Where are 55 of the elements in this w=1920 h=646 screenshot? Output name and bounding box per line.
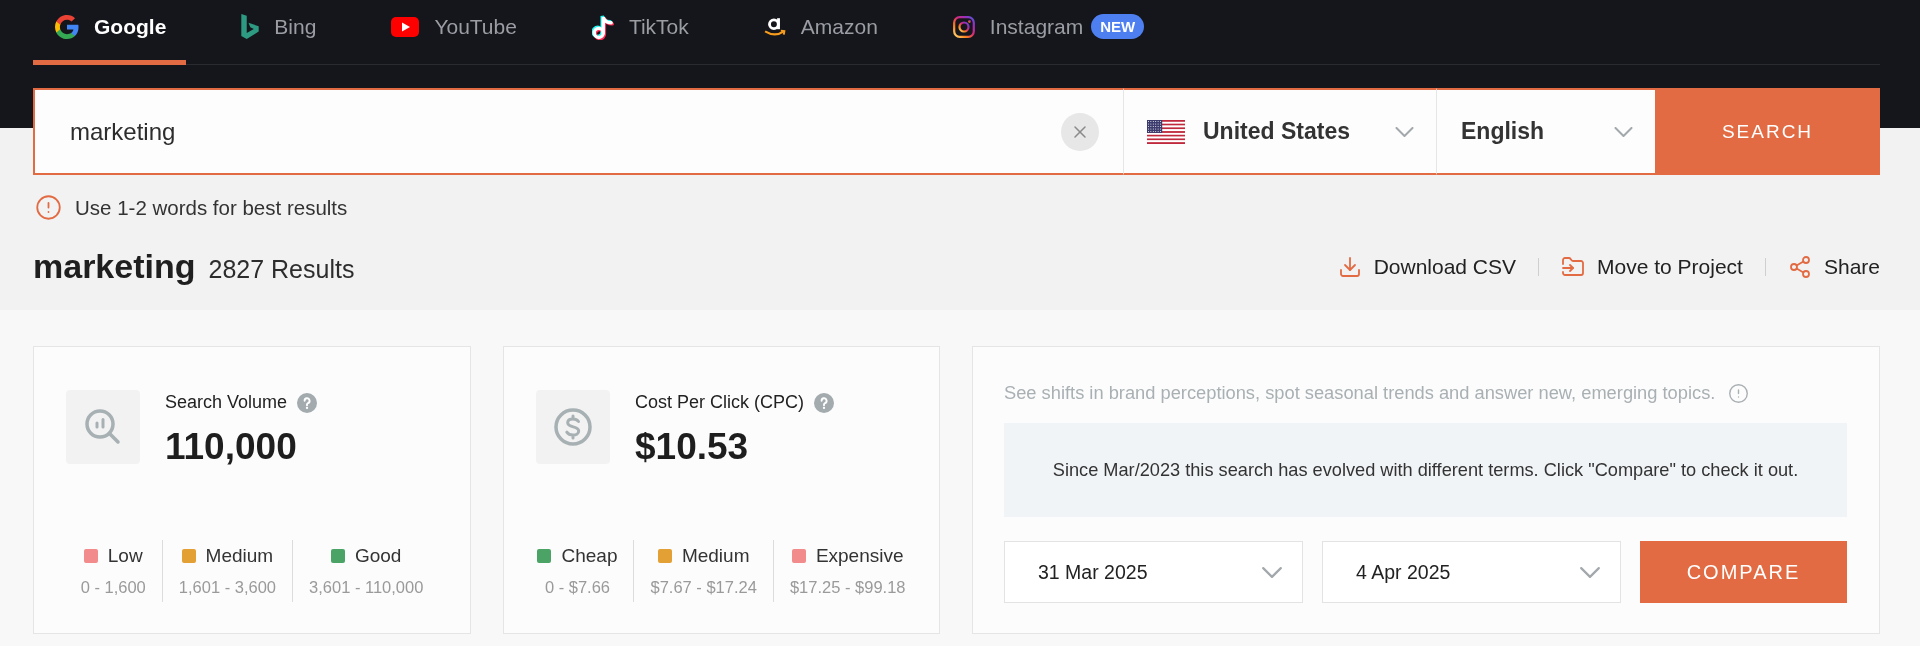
action-button[interactable]: Move to Project <box>1561 254 1743 279</box>
engine-tab[interactable]: Instagram NEW <box>930 0 1165 65</box>
us-flag-icon <box>1147 119 1185 144</box>
legend-range: 1,601 - 3,600 <box>178 578 276 597</box>
language-dropdown[interactable]: English <box>1436 88 1655 175</box>
engine-tab[interactable]: TikTok <box>569 0 709 65</box>
chevron-down-icon <box>1395 126 1414 137</box>
warning-icon <box>35 194 62 221</box>
folder-arrow-icon <box>1561 254 1586 279</box>
keyword-heading: marketing <box>33 247 196 286</box>
hint-text: Use 1-2 words for best results <box>75 195 348 220</box>
date-from-dropdown[interactable]: 31 Mar 2025 <box>1004 541 1303 603</box>
legend-label: Medium <box>681 545 750 567</box>
engine-tab[interactable]: Amazon <box>741 0 898 65</box>
instagram-logo-icon <box>952 15 975 38</box>
share-icon <box>1787 254 1812 279</box>
chevron-down-icon <box>1614 126 1633 137</box>
metric-value: $10.53 <box>635 425 750 469</box>
legend-range: $17.25 - $99.18 <box>789 578 906 597</box>
youtube-logo-icon <box>391 16 420 37</box>
action-button[interactable]: Share <box>1787 254 1880 279</box>
metric-title: Cost Per Click (CPC) <box>635 392 804 413</box>
clear-button[interactable] <box>1061 112 1099 151</box>
legend-label: Expensive <box>815 545 904 567</box>
legend-label: Low <box>107 545 143 567</box>
trends-notice: Since Mar/2023 this search has evolved with different terms. Click "Compare" to check it out. <box>1004 423 1847 517</box>
exclamation-circle-icon[interactable] <box>1728 382 1750 404</box>
metric-value: 110,000 <box>165 425 298 469</box>
trends-description: See shifts in brand perceptions, spot seasonal trends and answer new, emerging topics. <box>1004 382 1716 404</box>
google-logo-icon <box>55 14 79 39</box>
legend-range: 0 - $7.66 <box>544 578 611 597</box>
legend-range: 0 - 1,600 <box>80 578 146 597</box>
chevron-down-icon <box>1580 566 1600 578</box>
dollar-coin-icon <box>536 390 610 464</box>
country-dropdown[interactable]: United States <box>1123 88 1436 175</box>
chevron-down-icon <box>1262 566 1282 578</box>
legend-label: Medium <box>205 545 274 567</box>
legend-range: $7.67 - $17.24 <box>650 578 757 597</box>
tiktok-logo-icon <box>591 13 614 40</box>
help-icon[interactable] <box>814 392 834 413</box>
engine-tab[interactable]: Bing <box>219 0 337 65</box>
action-button[interactable]: Download CSV <box>1337 254 1517 279</box>
download-icon <box>1337 254 1362 279</box>
date-to-dropdown[interactable]: 4 Apr 2025 <box>1322 541 1621 603</box>
help-icon[interactable] <box>297 392 318 413</box>
bing-logo-icon <box>241 14 260 39</box>
results-count: 2827 Results <box>208 255 355 284</box>
engine-tab[interactable]: YouTube <box>369 0 537 65</box>
new-badge: NEW <box>1091 14 1145 39</box>
legend-range: 3,601 - 110,000 <box>309 578 424 597</box>
magnifier-chart-icon <box>66 390 140 464</box>
engine-tab[interactable]: Google <box>33 0 187 65</box>
legend-label: Good <box>354 545 402 567</box>
legend-label: Cheap <box>561 545 618 567</box>
metric-title: Search Volume <box>165 392 288 413</box>
